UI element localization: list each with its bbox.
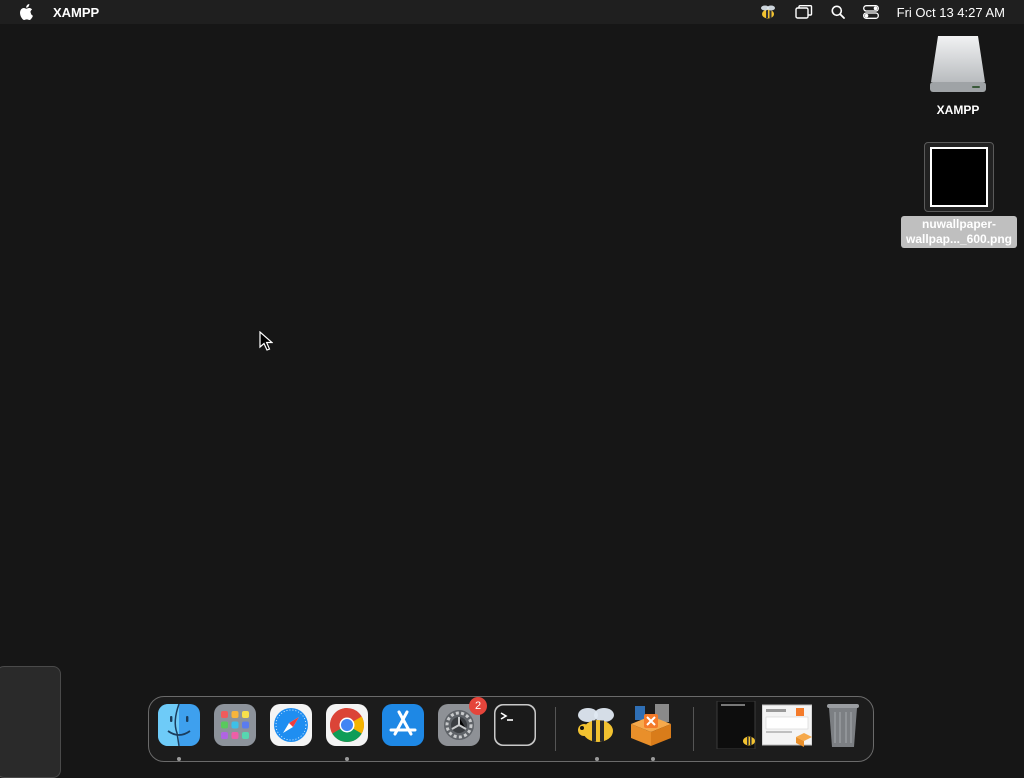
dock-launchpad[interactable] <box>213 703 257 752</box>
file-label: nuwallpaper- wallpap..._600.png <box>901 216 1017 248</box>
dock-separator <box>693 707 694 751</box>
dock-chrome[interactable] <box>325 703 369 752</box>
external-drive-icon <box>928 32 988 99</box>
launchpad-icon <box>213 703 257 752</box>
running-indicator <box>345 757 349 761</box>
dock-recent-window-1[interactable] <box>715 700 759 749</box>
desktop-image-file[interactable]: nuwallpaper- wallpap..._600.png <box>898 142 1020 248</box>
running-indicator <box>595 757 599 761</box>
terminal-icon <box>493 703 537 752</box>
notification-badge: 2 <box>469 697 487 715</box>
desktop-drive-xampp[interactable]: XAMPP <box>918 32 998 117</box>
safari-icon <box>269 703 313 752</box>
active-app-name[interactable]: XAMPP <box>53 5 99 20</box>
menu-bar-clock[interactable]: Fri Oct 13 4:27 AM <box>897 5 1005 20</box>
dock-xampp-manager[interactable] <box>629 703 673 749</box>
dock-recent-window-2[interactable] <box>761 703 813 752</box>
partial-window[interactable] <box>0 666 61 778</box>
menu-bar-extras: Fri Oct 13 4:27 AM <box>756 0 1024 24</box>
xampp-icon <box>627 702 675 753</box>
apple-menu-icon[interactable] <box>19 4 33 20</box>
desktop: XAMPP Fri Oct 13 4:27 AM XAMPP nuwallpap… <box>0 0 1024 778</box>
dock-trash[interactable] <box>821 703 865 749</box>
control-center-icon[interactable] <box>859 0 883 24</box>
chrome-icon <box>325 703 369 752</box>
dock-system-settings[interactable]: 2 <box>437 697 487 749</box>
running-indicator <box>177 757 181 761</box>
finder-icon <box>157 703 201 752</box>
app-store-icon <box>381 703 425 752</box>
dock-safari[interactable] <box>269 703 313 752</box>
spotlight-search-icon[interactable] <box>826 0 850 24</box>
image-file-icon <box>924 142 994 212</box>
image-thumbnail <box>930 147 988 207</box>
file-label-line1: nuwallpaper- <box>921 217 996 231</box>
dock-separator <box>555 707 556 751</box>
window-thumbnail-icon <box>715 700 759 754</box>
screen-mirroring-icon[interactable] <box>792 0 816 24</box>
bee-icon <box>574 703 620 752</box>
dock-bee-app[interactable] <box>575 705 619 749</box>
dock: 2 <box>148 696 874 762</box>
window-thumbnail-icon <box>761 703 813 752</box>
bee-status-icon[interactable] <box>756 0 780 24</box>
dock-app-store[interactable] <box>381 703 425 752</box>
trash-icon <box>823 701 863 754</box>
dock-terminal[interactable] <box>493 703 537 752</box>
dock-finder[interactable] <box>157 703 201 752</box>
mouse-pointer-icon <box>259 330 274 356</box>
file-label-line2: wallpap..._600.png <box>905 232 1013 246</box>
running-indicator <box>651 757 655 761</box>
menu-bar: XAMPP Fri Oct 13 4:27 AM <box>0 0 1024 24</box>
drive-label: XAMPP <box>936 103 980 117</box>
